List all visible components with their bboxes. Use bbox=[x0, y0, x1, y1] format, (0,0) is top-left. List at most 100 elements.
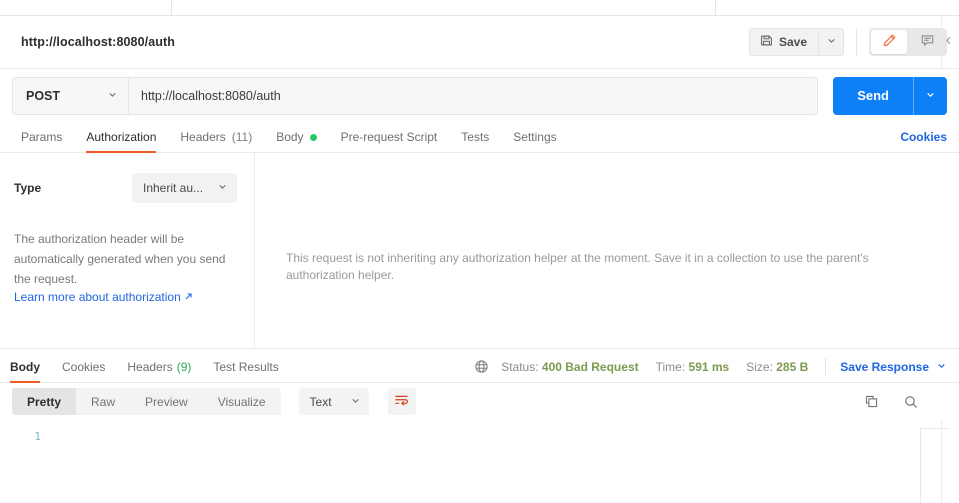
response-body-area: 1 bbox=[0, 420, 959, 503]
tab-headers[interactable]: Headers (11) bbox=[168, 130, 264, 152]
request-url-value: http://localhost:8080/auth bbox=[141, 88, 281, 103]
edit-mode-button[interactable] bbox=[871, 30, 907, 54]
tab-body[interactable]: Body bbox=[264, 130, 328, 152]
save-button-group: Save bbox=[748, 28, 844, 56]
url-bar: POST http://localhost:8080/auth Send bbox=[0, 69, 959, 122]
authorization-info-panel: This request is not inheriting any autho… bbox=[255, 153, 959, 348]
tab-settings[interactable]: Settings bbox=[501, 130, 568, 152]
tab-headers-label: Headers bbox=[180, 130, 226, 144]
response-tab-test-results[interactable]: Test Results bbox=[202, 360, 289, 382]
comment-icon bbox=[920, 33, 935, 51]
response-body-content[interactable] bbox=[50, 420, 959, 503]
vertical-scroll-track[interactable] bbox=[920, 428, 921, 503]
size-value: 285 B bbox=[776, 359, 809, 374]
tab-pre-request-script[interactable]: Pre-request Script bbox=[329, 130, 450, 152]
workspace-tab-4[interactable] bbox=[716, 0, 916, 16]
workspace-tab-1[interactable] bbox=[0, 0, 172, 16]
header-actions: Save bbox=[748, 28, 947, 56]
size-label: Size: bbox=[746, 359, 773, 374]
chevron-left-icon bbox=[944, 35, 953, 49]
tab-tests-label: Tests bbox=[461, 130, 490, 144]
response-time-readout: Time: 591 ms bbox=[656, 360, 730, 374]
response-tab-cookies-label: Cookies bbox=[62, 360, 106, 374]
response-tab-body[interactable]: Body bbox=[0, 360, 51, 383]
word-wrap-toggle[interactable] bbox=[387, 388, 416, 415]
auth-type-select[interactable]: Inherit au... bbox=[132, 173, 237, 203]
view-pretty-button[interactable]: Pretty bbox=[12, 388, 77, 415]
auth-description: The authorization header will be automat… bbox=[14, 232, 226, 286]
auth-inherit-message: This request is not inheriting any autho… bbox=[286, 251, 869, 282]
view-raw-button[interactable]: Raw bbox=[76, 388, 130, 415]
request-tab-bar: Params Authorization Headers (11) Body P… bbox=[0, 122, 959, 153]
response-tab-cookies[interactable]: Cookies bbox=[51, 360, 116, 382]
save-button-label: Save bbox=[778, 35, 807, 49]
auth-type-value: Inherit au... bbox=[143, 181, 204, 195]
external-link-icon bbox=[184, 290, 193, 304]
send-options-button[interactable] bbox=[913, 76, 947, 115]
request-header-bar: http://localhost:8080/auth Save bbox=[0, 16, 959, 69]
tab-authorization[interactable]: Authorization bbox=[74, 130, 168, 153]
auth-type-row: Type Inherit au... bbox=[14, 173, 237, 203]
tab-headers-count: (11) bbox=[231, 130, 253, 144]
view-visualize-button[interactable]: Visualize bbox=[203, 388, 281, 415]
send-button[interactable]: Send bbox=[833, 76, 913, 115]
tab-pre-request-script-label: Pre-request Script bbox=[340, 130, 438, 144]
cookies-link[interactable]: Cookies bbox=[900, 130, 947, 152]
save-response-label: Save Response bbox=[840, 359, 929, 374]
status-value: 400 Bad Request bbox=[541, 359, 639, 374]
response-size-readout: Size: 285 B bbox=[746, 360, 808, 374]
response-format-value: Text bbox=[309, 394, 332, 409]
workspace-tab-strip bbox=[0, 0, 959, 16]
header-divider bbox=[856, 29, 857, 55]
globe-icon bbox=[474, 359, 489, 374]
response-body-actions bbox=[864, 394, 947, 410]
response-body-toolbar: Pretty Raw Preview Visualize Text bbox=[0, 383, 959, 420]
word-wrap-icon bbox=[394, 393, 409, 411]
workspace-tab-3[interactable] bbox=[344, 0, 716, 16]
authorization-panel: Type Inherit au... The authorization hea… bbox=[0, 153, 959, 349]
status-code-readout: Status: 400 Bad Request bbox=[501, 360, 638, 374]
right-rail-divider bbox=[941, 16, 942, 68]
view-preview-button[interactable]: Preview bbox=[130, 388, 203, 415]
chevron-down-icon bbox=[826, 35, 837, 49]
right-rail-divider-bottom bbox=[941, 420, 942, 503]
comment-mode-button[interactable] bbox=[909, 30, 945, 54]
status-divider bbox=[825, 358, 827, 375]
request-url-input[interactable]: http://localhost:8080/auth bbox=[128, 76, 819, 115]
status-label: Status: bbox=[501, 359, 539, 374]
request-title: http://localhost:8080/auth bbox=[21, 35, 176, 49]
chevron-down-icon bbox=[107, 89, 118, 103]
learn-more-label: Learn more about authorization bbox=[14, 290, 181, 304]
tab-body-label: Body bbox=[276, 130, 304, 144]
line-number-gutter: 1 bbox=[0, 420, 50, 503]
copy-icon[interactable] bbox=[864, 394, 879, 409]
auth-type-label: Type bbox=[14, 181, 42, 195]
postman-request-window: http://localhost:8080/auth Save POST htt… bbox=[0, 0, 959, 503]
search-icon[interactable] bbox=[903, 394, 919, 410]
response-tab-headers[interactable]: Headers (9) bbox=[116, 360, 202, 382]
response-tab-test-results-label: Test Results bbox=[213, 360, 279, 374]
http-method-select[interactable]: POST bbox=[12, 76, 128, 115]
response-format-select[interactable]: Text bbox=[298, 388, 369, 415]
response-tab-headers-label: Headers bbox=[127, 360, 173, 374]
response-tab-headers-count: (9) bbox=[176, 360, 192, 374]
time-value: 591 ms bbox=[688, 359, 730, 374]
time-label: Time: bbox=[655, 359, 686, 374]
save-button[interactable]: Save bbox=[748, 28, 818, 56]
save-response-button[interactable]: Save Response bbox=[840, 360, 947, 374]
tab-params[interactable]: Params bbox=[12, 130, 74, 152]
chevron-down-icon bbox=[217, 181, 228, 195]
send-button-group: Send bbox=[833, 76, 947, 115]
floppy-disk-icon bbox=[760, 34, 773, 50]
save-options-button[interactable] bbox=[818, 28, 844, 56]
tab-settings-label: Settings bbox=[513, 130, 557, 144]
response-view-segmented-control: Pretty Raw Preview Visualize bbox=[12, 388, 281, 415]
response-tabs: Body Cookies Headers (9) Test Results bbox=[0, 360, 290, 383]
workspace-tab-2[interactable] bbox=[172, 0, 344, 16]
tab-tests[interactable]: Tests bbox=[449, 130, 501, 152]
authorization-config: Type Inherit au... The authorization hea… bbox=[0, 153, 255, 348]
learn-more-link[interactable]: Learn more about authorization bbox=[14, 290, 193, 304]
collapse-panel-button[interactable] bbox=[941, 31, 955, 53]
body-modified-dot-icon bbox=[309, 133, 317, 141]
response-status-bar: Status: 400 Bad Request Time: 591 ms Siz… bbox=[474, 358, 947, 382]
